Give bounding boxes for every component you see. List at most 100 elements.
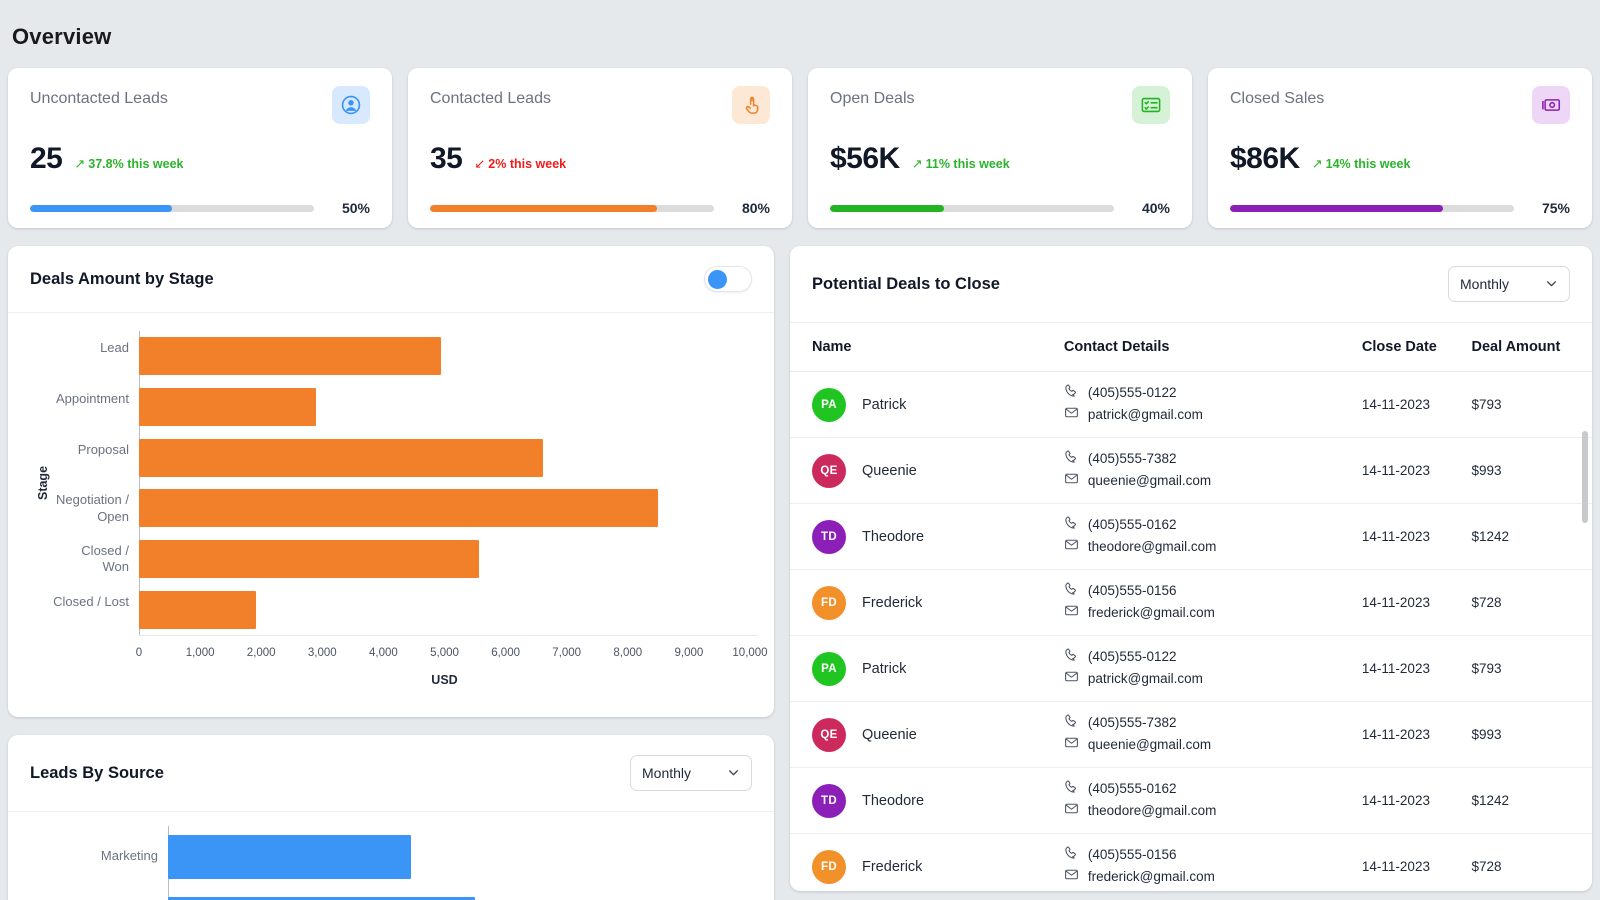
table-row[interactable]: TDTheodore(405)555-0162theodore@gmail.co… (790, 768, 1592, 834)
trend-down-icon: ↙ (474, 156, 485, 171)
leads-period-select[interactable]: Monthly (630, 755, 752, 791)
email-line: queenie@gmail.com (1064, 735, 1362, 757)
deals-by-stage-panel: Deals Amount by Stage StageLeadAppointme… (8, 246, 774, 717)
email-line: patrick@gmail.com (1064, 669, 1362, 691)
avatar: PA (812, 388, 846, 422)
mail-icon (1064, 669, 1079, 691)
deals-chart-bar[interactable] (139, 439, 543, 477)
kpi-trend-text: 37.8% this week (88, 157, 183, 171)
page-title: Overview (8, 0, 1592, 68)
name-cell: FDFrederick (812, 586, 1064, 620)
table-row[interactable]: PAPatrick(405)555-0122patrick@gmail.com1… (790, 636, 1592, 702)
table-body: PAPatrick(405)555-0122patrick@gmail.com1… (790, 372, 1592, 892)
leads-chart-bar[interactable] (168, 835, 411, 879)
deals-period-select[interactable]: Monthly (1448, 266, 1570, 302)
name-cell: TDTheodore (812, 520, 1064, 554)
kpi-card-closed-sales[interactable]: Closed Sales $86K ↗14% this week (1208, 68, 1592, 228)
table-header: Name Contact Details Close Date Deal Amo… (790, 323, 1592, 372)
toggle-knob (708, 270, 727, 289)
email-address: queenie@gmail.com (1088, 471, 1211, 492)
phone-icon (1064, 713, 1079, 735)
cell-deal-amount: $993 (1471, 702, 1592, 768)
cell-deal-amount: $1242 (1471, 768, 1592, 834)
deals-chart-x-axis-title: USD (139, 673, 750, 687)
kpi-progress-row: 80% (430, 200, 770, 216)
cell-deal-amount: $993 (1471, 438, 1592, 504)
kpi-trend-text: 14% this week (1326, 157, 1411, 171)
deals-chart-category-label: Appointment (53, 391, 129, 407)
deals-chart-x-tick-label: 1,000 (170, 647, 230, 659)
table-row[interactable]: QEQueenie(405)555-7382queenie@gmail.com 1… (790, 438, 1592, 504)
trend-up-icon: ↗ (1312, 156, 1323, 171)
kpi-card-open-deals[interactable]: Open Deals $56K ↗11% this week (808, 68, 1192, 228)
kpi-percent-label: 50% (328, 200, 370, 216)
kpi-card-uncontacted-leads[interactable]: Uncontacted Leads 25 ↗37.8% this week (8, 68, 392, 228)
kpi-card-contacted-leads[interactable]: Contacted Leads 35 ↙2% this week (408, 68, 792, 228)
cell-name: QEQueenie (790, 438, 1064, 504)
cell-deal-amount: $793 (1471, 372, 1592, 438)
email-address: theodore@gmail.com (1088, 801, 1217, 822)
deals-chart-bar[interactable] (139, 540, 479, 578)
cell-contact-details: (405)555-0162theodore@gmail.com (1064, 504, 1362, 570)
deals-chart-x-tick-label: 3,000 (292, 647, 352, 659)
column-header-close-date: Close Date (1362, 323, 1472, 372)
contact-name: Frederick (862, 859, 922, 875)
deals-chart-bar[interactable] (139, 591, 256, 629)
email-address: patrick@gmail.com (1088, 669, 1203, 690)
email-address: frederick@gmail.com (1088, 603, 1215, 624)
table-scrollbar-thumb[interactable] (1582, 431, 1588, 523)
email-line: theodore@gmail.com (1064, 801, 1362, 823)
table-row[interactable]: FDFrederick(405)555-0156frederick@gmail.… (790, 834, 1592, 892)
phone-number: (405)555-0156 (1088, 845, 1177, 866)
potential-deals-header: Potential Deals to Close Monthly (790, 246, 1592, 323)
cell-close-date: 14-11-2023 (1362, 702, 1472, 768)
kpi-value: $86K (1230, 142, 1300, 176)
phone-line: (405)555-0156 (1064, 581, 1362, 603)
email-address: frederick@gmail.com (1088, 867, 1215, 888)
kpi-progress-track (830, 205, 1114, 212)
mail-icon (1064, 405, 1079, 427)
deals-period-value: Monthly (1460, 276, 1509, 292)
cell-contact-details: (405)555-0156frederick@gmail.com (1064, 834, 1362, 892)
trend-up-icon: ↗ (74, 156, 85, 171)
cell-close-date: 14-11-2023 (1362, 636, 1472, 702)
name-cell: PAPatrick (812, 388, 1064, 422)
cell-contact-details: (405)555-0156frederick@gmail.com (1064, 570, 1362, 636)
deals-chart-bar[interactable] (139, 337, 441, 375)
deals-chart-x-axis-line (139, 635, 758, 636)
potential-deals-scroll-area[interactable]: Name Contact Details Close Date Deal Amo… (790, 323, 1592, 891)
cell-name: PAPatrick (790, 372, 1064, 438)
phone-icon (1064, 383, 1079, 405)
leads-period-value: Monthly (642, 765, 691, 781)
deals-chart-toggle[interactable] (704, 266, 752, 292)
phone-line: (405)555-7382 (1064, 449, 1362, 471)
cell-close-date: 14-11-2023 (1362, 438, 1472, 504)
checklist-icon (1132, 86, 1170, 124)
cell-close-date: 14-11-2023 (1362, 372, 1472, 438)
tap-hand-icon (732, 86, 770, 124)
kpi-progress-fill (830, 205, 944, 212)
phone-icon (1064, 647, 1079, 669)
deals-chart-x-tick-label: 8,000 (598, 647, 658, 659)
phone-icon (1064, 515, 1079, 537)
cell-contact-details: (405)555-0122patrick@gmail.com (1064, 372, 1362, 438)
deals-chart-bar[interactable] (139, 489, 658, 527)
deals-chart-category-label: Closed / Won (53, 543, 129, 576)
table-row[interactable]: TDTheodore(405)555-0162theodore@gmail.co… (790, 504, 1592, 570)
name-cell: TDTheodore (812, 784, 1064, 818)
email-address: theodore@gmail.com (1088, 537, 1217, 558)
table-row[interactable]: PAPatrick(405)555-0122patrick@gmail.com1… (790, 372, 1592, 438)
deals-chart-x-tick-label: 0 (109, 647, 169, 659)
potential-deals-table: Name Contact Details Close Date Deal Amo… (790, 323, 1592, 891)
kpi-header: Open Deals (830, 86, 1170, 124)
table-row[interactable]: QEQueenie(405)555-7382queenie@gmail.com1… (790, 702, 1592, 768)
cell-name: FDFrederick (790, 834, 1064, 892)
kpi-value-row: 35 ↙2% this week (430, 142, 770, 176)
kpi-label: Open Deals (830, 86, 915, 108)
kpi-progress-row: 50% (30, 200, 370, 216)
mail-icon (1064, 867, 1079, 889)
leads-by-source-title: Leads By Source (30, 764, 164, 783)
deals-chart-bar[interactable] (139, 388, 316, 426)
table-row[interactable]: FDFrederick(405)555-0156frederick@gmail.… (790, 570, 1592, 636)
cell-name: PAPatrick (790, 636, 1064, 702)
